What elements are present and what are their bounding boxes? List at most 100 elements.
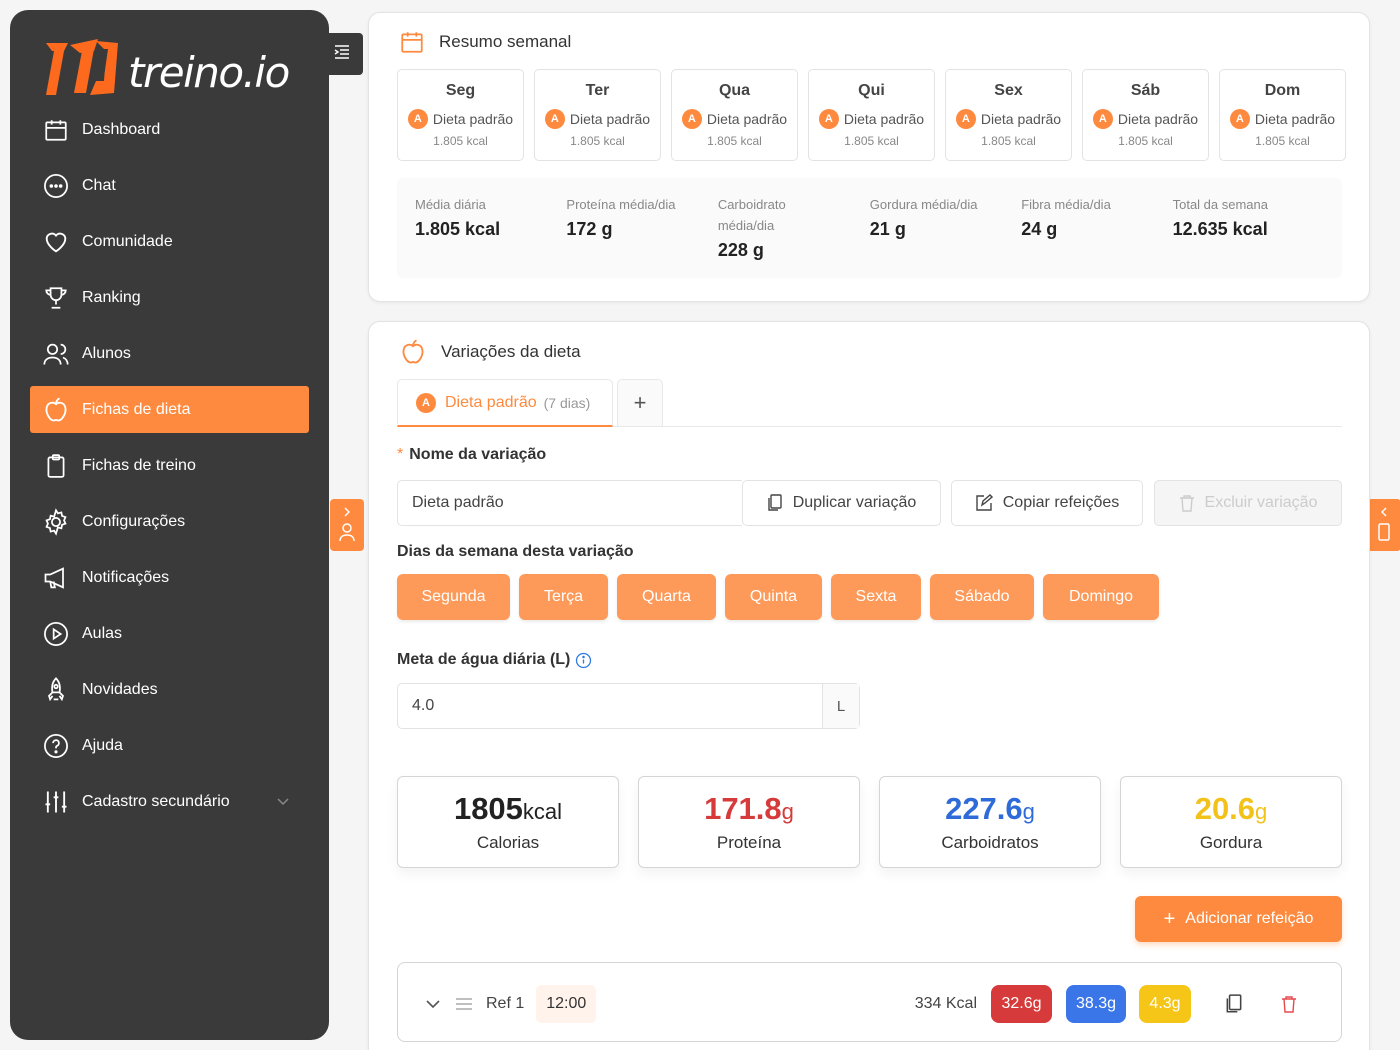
variation-badge: A: [681, 109, 702, 129]
weekday-chip-domingo[interactable]: Domingo: [1043, 574, 1159, 620]
sidebar-item-dashboard[interactable]: Dashboard: [30, 106, 309, 153]
weekday-chip-sabado[interactable]: Sábado: [930, 574, 1034, 620]
megaphone-icon: [42, 564, 70, 592]
sidebar-item-label: Alunos: [82, 344, 131, 362]
variation-badge: A: [407, 109, 428, 129]
day-name: Ter: [585, 82, 610, 99]
weekday-chip-segunda[interactable]: Segunda: [397, 574, 510, 620]
day-name: Sáb: [1130, 82, 1161, 99]
sidebar-item-fichas-de-dieta[interactable]: Fichas de dieta: [30, 386, 309, 433]
water-goal-input[interactable]: 4.0 L: [397, 683, 860, 729]
day-kcal: 1.805 kcal: [981, 134, 1036, 148]
tab-day-count: (7 dias): [543, 394, 591, 411]
variation-badge: A: [818, 109, 839, 129]
sidebar-item-fichas-de-treino[interactable]: Fichas de treino: [30, 442, 309, 489]
sidebar-item-chat[interactable]: Chat: [30, 162, 309, 209]
day-summary-ter[interactable]: Ter A Dieta padrão 1.805 kcal: [534, 69, 661, 161]
chevron-down-icon: [277, 793, 289, 811]
stat-value: 172 g: [566, 219, 613, 239]
trash-icon: [1179, 494, 1195, 512]
day-diet: Dieta padrão: [1254, 111, 1336, 127]
button-label: Duplicar variação: [792, 494, 917, 511]
sidebar-item-label: Dashboard: [82, 120, 161, 138]
chevron-down-icon[interactable]: [426, 999, 440, 1009]
meal-name[interactable]: Ref 1: [486, 995, 524, 1013]
weekday-chip-quinta[interactable]: Quinta: [725, 574, 822, 620]
mobile-preview-tab[interactable]: [1367, 499, 1400, 551]
copy-icon: [767, 494, 783, 512]
add-variation-tab-button[interactable]: +: [617, 379, 663, 427]
day-summary-sex[interactable]: Sex A Dieta padrão 1.805 kcal: [945, 69, 1072, 161]
water-goal-value[interactable]: 4.0: [398, 684, 822, 728]
macro-carbs: 227.6g Carboidratos: [879, 776, 1101, 868]
day-summary-sab[interactable]: Sáb A Dieta padrão 1.805 kcal: [1082, 69, 1209, 161]
sidebar-item-notificacoes[interactable]: Notificações: [30, 554, 309, 601]
weekday-chip-sexta[interactable]: Sexta: [831, 574, 921, 620]
stat-value: 24 g: [1021, 219, 1058, 239]
day-summary-qui[interactable]: Qui A Dieta padrão 1.805 kcal: [808, 69, 935, 161]
stat-media-diaria: Média diária 1.805 kcal: [415, 194, 566, 262]
student-panel-tab[interactable]: [330, 499, 364, 551]
copy-meals-button[interactable]: Copiar refeições: [951, 480, 1143, 526]
sidebar-item-comunidade[interactable]: Comunidade: [30, 218, 309, 265]
macro-fat: 20.6g Gordura: [1120, 776, 1342, 868]
sliders-icon: [42, 788, 70, 816]
macro-protein: 171.8g Proteína: [638, 776, 860, 868]
stat-label: Proteína média/dia: [566, 197, 676, 212]
stat-carboidrato: Carboidrato média/dia 228 g: [718, 194, 845, 262]
day-diet: Dieta padrão: [432, 111, 514, 127]
sidebar-item-cadastro-secundario[interactable]: Cadastro secundário: [30, 778, 309, 825]
gear-icon: [42, 507, 70, 536]
play-circle-icon: [42, 620, 70, 648]
button-label: Adicionar refeição: [1185, 910, 1314, 927]
day-kcal: 1.805 kcal: [844, 134, 899, 148]
meal-time[interactable]: 12:00: [536, 985, 597, 1023]
weekday-chips: Segunda Terça Quarta Quinta Sexta Sábado…: [397, 574, 1159, 620]
day-summary-seg[interactable]: Seg A Dieta padrão 1.805 kcal: [397, 69, 524, 161]
delete-variation-button[interactable]: Excluir variação: [1154, 480, 1342, 526]
weekday-chip-terca[interactable]: Terça: [519, 574, 608, 620]
user-icon: [338, 522, 356, 547]
tab-dieta-padrao[interactable]: A Dieta padrão (7 dias): [397, 379, 613, 427]
apple-icon: [399, 338, 427, 366]
heart-icon: [42, 228, 70, 256]
chevron-right-icon: [343, 504, 351, 522]
sidebar-item-ajuda[interactable]: Ajuda: [30, 722, 309, 769]
sidebar-item-aulas[interactable]: Aulas: [30, 610, 309, 657]
sidebar-item-alunos[interactable]: Alunos: [30, 330, 309, 377]
weekly-summary-card: Resumo semanal Seg A Dieta padrão 1.805 kca…: [368, 12, 1370, 302]
info-icon[interactable]: [575, 652, 592, 669]
meal-kcal: 334 Kcal: [914, 995, 977, 1012]
macro-label: Gordura: [1199, 833, 1263, 852]
variation-name-input[interactable]: Dieta padrão: [397, 480, 742, 526]
weekly-stats: Média diária 1.805 kcal Proteína média/di…: [397, 178, 1342, 278]
brand-logo[interactable]: treino.io: [42, 32, 290, 102]
sidebar-item-label: Ranking: [82, 288, 141, 306]
copy-icon[interactable]: [1225, 994, 1243, 1014]
calendar-icon: [399, 29, 425, 55]
day-diet: Dieta padrão: [980, 111, 1062, 127]
day-summary-qua[interactable]: Qua A Dieta padrão 1.805 kcal: [671, 69, 798, 161]
sidebar-item-label: Chat: [82, 176, 116, 194]
card-header: Variações da dieta: [399, 338, 581, 366]
sidebar-item-ranking[interactable]: Ranking: [30, 274, 309, 321]
add-meal-button[interactable]: + Adicionar refeição: [1135, 896, 1342, 942]
drag-handle-icon[interactable]: [456, 998, 472, 1010]
sidebar-item-configuracoes[interactable]: Configurações: [30, 498, 309, 545]
stat-label: Carboidrato média/dia: [717, 197, 786, 233]
card-header: Resumo semanal: [399, 29, 571, 55]
macro-label: Carboidratos: [941, 833, 1039, 852]
day-kcal: 1.805 kcal: [570, 134, 625, 148]
collapse-sidebar-button[interactable]: [321, 33, 363, 75]
day-diet: Dieta padrão: [1117, 111, 1199, 127]
stat-fibra: Fibra média/dia 24 g: [1021, 194, 1172, 262]
logo-mark: [42, 37, 120, 97]
sidebar-item-novidades[interactable]: Novidades: [30, 666, 309, 713]
day-summary-dom[interactable]: Dom A Dieta padrão 1.805 kcal: [1219, 69, 1346, 161]
day-name: Seg: [445, 82, 476, 99]
weekday-chip-quarta[interactable]: Quarta: [617, 574, 716, 620]
variation-tabs: A Dieta padrão (7 dias) +: [397, 379, 1342, 427]
variation-badge: A: [544, 109, 565, 129]
duplicate-variation-button[interactable]: Duplicar variação: [742, 480, 941, 526]
trash-icon[interactable]: [1281, 995, 1297, 1013]
